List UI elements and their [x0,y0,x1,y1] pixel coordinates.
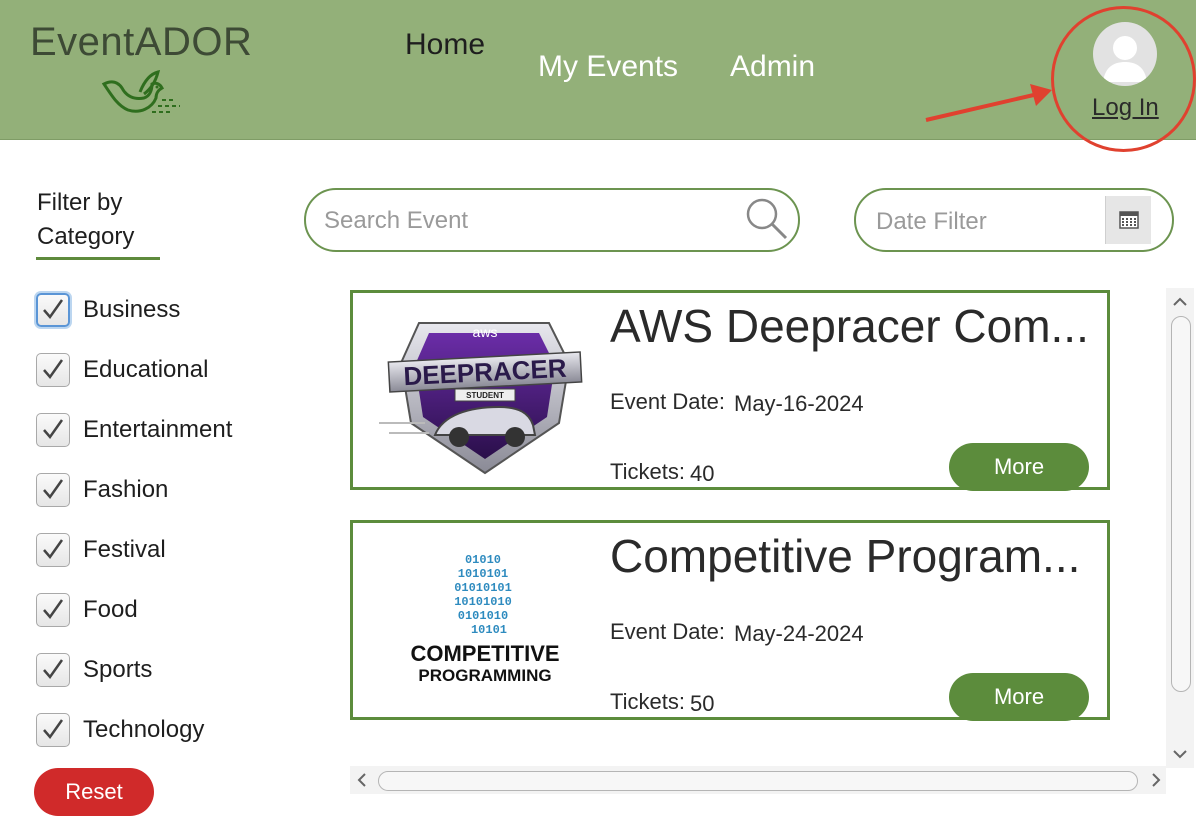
checkmark-icon [43,539,64,560]
svg-text:01010: 01010 [465,553,501,567]
category-food[interactable]: Food [36,592,138,628]
search-icon[interactable] [742,194,790,242]
event-card: aws DEEPRACER STUDENT AWS Deepracer Com.… [350,290,1110,491]
more-button[interactable]: More [949,443,1089,491]
category-technology[interactable]: Technology [36,712,204,748]
svg-text:01010101: 01010101 [454,581,512,595]
category-label: Festival [83,536,166,563]
event-date-label: Event Date: [610,389,725,414]
checkmark-icon [43,719,64,740]
checkmark-icon [43,299,64,320]
filter-title: Filter by Category [37,186,134,254]
more-button[interactable]: More [949,673,1089,721]
tickets-label: Tickets: [610,689,685,714]
event-title: AWS Deepracer Com... [610,300,1089,352]
category-festival[interactable]: Festival [36,532,166,568]
tickets-value: 50 [690,691,715,716]
event-title: Competitive Program... [610,530,1081,582]
scroll-right-arrow-icon[interactable] [1146,770,1166,790]
category-label: Sports [83,656,153,683]
search-input[interactable] [324,204,734,238]
category-label: Entertainment [83,416,233,443]
annotation-circle [1051,6,1196,152]
category-business[interactable]: Business [36,292,180,328]
search-box [304,188,800,252]
checkmark-icon [43,359,64,380]
svg-text:10101: 10101 [471,623,507,637]
calendar-icon [1118,211,1139,229]
checkbox[interactable] [36,653,70,687]
vertical-scroll-thumb[interactable] [1171,316,1191,692]
event-date-label: Event Date: [610,619,725,644]
checkbox[interactable] [36,533,70,567]
category-educational[interactable]: Educational [36,352,208,388]
calendar-button[interactable] [1105,196,1151,244]
checkmark-icon [43,659,64,680]
logo-aws-text: aws [473,324,498,340]
checkbox[interactable] [36,593,70,627]
logo-line1-text: COMPETITIVE [410,641,559,666]
category-label: Food [83,596,138,623]
logo-student-text: STUDENT [466,391,504,400]
scroll-down-arrow-icon[interactable] [1170,744,1190,764]
dove-logo-icon [101,69,180,113]
tickets-value: 40 [690,461,715,486]
logo-line2-text: PROGRAMMING [418,666,551,685]
checkbox[interactable] [36,353,70,387]
category-entertainment[interactable]: Entertainment [36,412,232,448]
category-fashion[interactable]: Fashion [36,472,168,508]
checkbox[interactable] [36,713,70,747]
event-date-value: May-16-2024 [734,391,864,416]
nav-admin[interactable]: Admin [730,50,815,84]
svg-text:10101010: 10101010 [454,595,512,609]
nav-home[interactable]: Home [405,28,485,62]
svg-text:0101010: 0101010 [458,609,508,623]
horizontal-scroll-thumb[interactable] [378,771,1138,791]
scroll-up-arrow-icon[interactable] [1170,292,1190,312]
checkmark-icon [43,599,64,620]
competitive-programming-logo-image: 01010 1010101 01010101 10101010 0101010 … [410,553,559,685]
filter-title-underline [36,257,160,260]
svg-text:1010101: 1010101 [458,567,508,581]
deepracer-logo-image: aws DEEPRACER STUDENT [379,322,583,475]
date-filter-input[interactable] [876,205,1096,239]
event-card: 01010 1010101 01010101 10101010 0101010 … [350,520,1110,721]
brand-name: EventADOR [30,20,253,64]
category-label: Business [83,296,181,323]
reset-button[interactable]: Reset [34,768,154,816]
scroll-left-arrow-icon[interactable] [352,770,372,790]
checkbox[interactable] [36,293,70,327]
tickets-label: Tickets: [610,459,685,484]
checkbox[interactable] [36,473,70,507]
category-sports[interactable]: Sports [36,652,152,688]
nav-my-events[interactable]: My Events [538,50,678,84]
category-label: Educational [83,356,209,383]
filter-title-line1: Filter by [37,189,123,216]
checkmark-icon [43,419,64,440]
event-date-value: May-24-2024 [734,621,864,646]
checkmark-icon [43,479,64,500]
filter-title-line2: Category [37,223,135,250]
checkbox[interactable] [36,413,70,447]
category-label: Technology [83,716,205,743]
annotation-arrow-icon [925,84,1052,122]
category-label: Fashion [83,476,169,503]
